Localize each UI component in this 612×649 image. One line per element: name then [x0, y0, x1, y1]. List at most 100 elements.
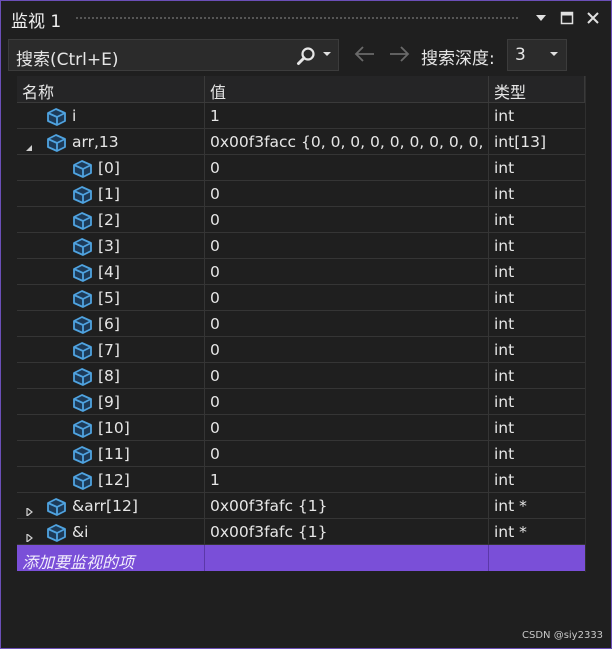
- watch-row-name-cell[interactable]: [1]: [17, 181, 205, 207]
- watch-row[interactable]: [4] 0 int: [17, 259, 585, 285]
- watch-row-name: [1]: [98, 185, 120, 203]
- watch-row[interactable]: [12] 1 int: [17, 467, 585, 493]
- column-header-type[interactable]: 类型: [489, 76, 585, 102]
- watch-row-value[interactable]: 0x00f3fafc {1}: [205, 519, 489, 545]
- variable-cube-icon: [71, 418, 93, 438]
- search-options-chevron-down-icon[interactable]: [322, 50, 332, 58]
- watch-row-name-cell[interactable]: [11]: [17, 441, 205, 467]
- variable-cube-icon: [45, 496, 67, 516]
- watch-row-value[interactable]: 0: [205, 285, 489, 311]
- watch-row-name-cell[interactable]: &arr[12]: [17, 493, 205, 519]
- watch-row-value[interactable]: 0: [205, 259, 489, 285]
- grid-right-divider: [585, 76, 586, 572]
- search-icon[interactable]: [296, 46, 316, 66]
- variable-cube-icon: [71, 444, 93, 464]
- grid-header: 名称 值 类型: [17, 76, 585, 103]
- watch-row-value[interactable]: 0: [205, 155, 489, 181]
- watch-row-value[interactable]: 0x00f3facc {0, 0, 0, 0, 0, 0, 0, 0, 0, .…: [205, 129, 489, 155]
- collapsed-triangle-icon[interactable]: [25, 528, 33, 544]
- watch-row-name-cell[interactable]: [10]: [17, 415, 205, 441]
- collapsed-triangle-icon[interactable]: [25, 502, 33, 518]
- watch-row-name-cell[interactable]: [5]: [17, 285, 205, 311]
- variable-cube-icon: [71, 288, 93, 308]
- watch-row[interactable]: [9] 0 int: [17, 389, 585, 415]
- watch-row[interactable]: [8] 0 int: [17, 363, 585, 389]
- watch-row-name-cell[interactable]: &i: [17, 519, 205, 545]
- variable-cube-icon: [71, 158, 93, 178]
- variable-cube-icon: [71, 314, 93, 334]
- watch-row-name-cell[interactable]: [4]: [17, 259, 205, 285]
- watch-row[interactable]: [1] 0 int: [17, 181, 585, 207]
- empty-grid-area: [17, 572, 585, 646]
- watch-row-name: [5]: [98, 289, 120, 307]
- close-button[interactable]: [583, 8, 603, 28]
- maximize-button[interactable]: [557, 8, 577, 28]
- watch-row-type: int *: [494, 523, 527, 541]
- watch-toolbar: 搜索(Ctrl+E) 搜索深度: 3: [2, 36, 610, 76]
- watch-row[interactable]: [3] 0 int: [17, 233, 585, 259]
- watch-row-name-cell[interactable]: [9]: [17, 389, 205, 415]
- arrow-right-icon[interactable]: [388, 45, 410, 63]
- watch-row[interactable]: [0] 0 int: [17, 155, 585, 181]
- watch-row-value[interactable]: 0: [205, 389, 489, 415]
- watch-row-name: arr,13: [72, 133, 119, 151]
- maximize-icon: [560, 11, 574, 25]
- watch-row-value[interactable]: 1: [205, 103, 489, 129]
- add-watch-item-cell[interactable]: 添加要监视的项: [17, 545, 205, 571]
- watch-row[interactable]: &arr[12] 0x00f3fafc {1} int *: [17, 493, 585, 519]
- watch-row[interactable]: arr,13 0x00f3facc {0, 0, 0, 0, 0, 0, 0, 0…: [17, 129, 585, 155]
- watch-row[interactable]: [2] 0 int: [17, 207, 585, 233]
- watch-row-type: int[13]: [494, 133, 547, 151]
- watch-row-value[interactable]: 0: [205, 207, 489, 233]
- drag-grip[interactable]: [75, 16, 519, 21]
- watch-row-type: int: [494, 367, 515, 385]
- watch-row-name-cell[interactable]: [2]: [17, 207, 205, 233]
- add-watch-item-row[interactable]: 添加要监视的项: [17, 545, 585, 571]
- watch-row-name: [7]: [98, 341, 120, 359]
- column-header-value[interactable]: 值: [205, 76, 489, 102]
- search-input[interactable]: 搜索(Ctrl+E): [8, 39, 339, 71]
- watch-row[interactable]: &i 0x00f3fafc {1} int *: [17, 519, 585, 545]
- watch-row-value[interactable]: 0: [205, 415, 489, 441]
- watch-row-value[interactable]: 0: [205, 337, 489, 363]
- watch-row-value[interactable]: 0: [205, 441, 489, 467]
- watch-row[interactable]: i 1 int: [17, 103, 585, 129]
- watch-row-value[interactable]: 0x00f3fafc {1}: [205, 493, 489, 519]
- watch-row-value[interactable]: 1: [205, 467, 489, 493]
- watch-row-name-cell[interactable]: [7]: [17, 337, 205, 363]
- variable-cube-icon: [45, 106, 67, 126]
- window-title: 监视 1: [11, 12, 62, 32]
- variable-cube-icon: [71, 184, 93, 204]
- watch-row-value[interactable]: 0: [205, 181, 489, 207]
- watch-row-type: int: [494, 341, 515, 359]
- arrow-left-icon[interactable]: [354, 45, 376, 63]
- watch-row-name: [3]: [98, 237, 120, 255]
- watch-row[interactable]: [11] 0 int: [17, 441, 585, 467]
- window-options-dropdown-button[interactable]: [531, 8, 551, 28]
- watch-row-type: int: [494, 237, 515, 255]
- expanded-triangle-icon[interactable]: [25, 138, 33, 151]
- watch-row-name-cell[interactable]: [6]: [17, 311, 205, 337]
- watch-row-name-cell[interactable]: [0]: [17, 155, 205, 181]
- watch-row-name-cell[interactable]: [8]: [17, 363, 205, 389]
- watch-row-name-cell[interactable]: [3]: [17, 233, 205, 259]
- chevron-down-icon: [550, 52, 558, 56]
- watch-row-type: int: [494, 419, 515, 437]
- watch-row[interactable]: [5] 0 int: [17, 285, 585, 311]
- watch-row-name: i: [72, 107, 77, 125]
- watch-row-name-cell[interactable]: i: [17, 103, 205, 129]
- watermark: CSDN @siy2333: [522, 630, 604, 641]
- triangle-down-icon: [536, 15, 546, 21]
- watch-row-name-cell[interactable]: [12]: [17, 467, 205, 493]
- watch-row-value[interactable]: 0: [205, 311, 489, 337]
- column-header-name[interactable]: 名称: [17, 76, 205, 102]
- watch-row-type: int *: [494, 497, 527, 515]
- watch-row-value[interactable]: 0: [205, 363, 489, 389]
- watch-row-value[interactable]: 0: [205, 233, 489, 259]
- watch-row[interactable]: [7] 0 int: [17, 337, 585, 363]
- watch-row[interactable]: [6] 0 int: [17, 311, 585, 337]
- watch-row[interactable]: [10] 0 int: [17, 415, 585, 441]
- search-depth-select[interactable]: 3: [507, 39, 567, 71]
- watch-row-name-cell[interactable]: arr,13: [17, 129, 205, 155]
- watch-row-type: int: [494, 263, 515, 281]
